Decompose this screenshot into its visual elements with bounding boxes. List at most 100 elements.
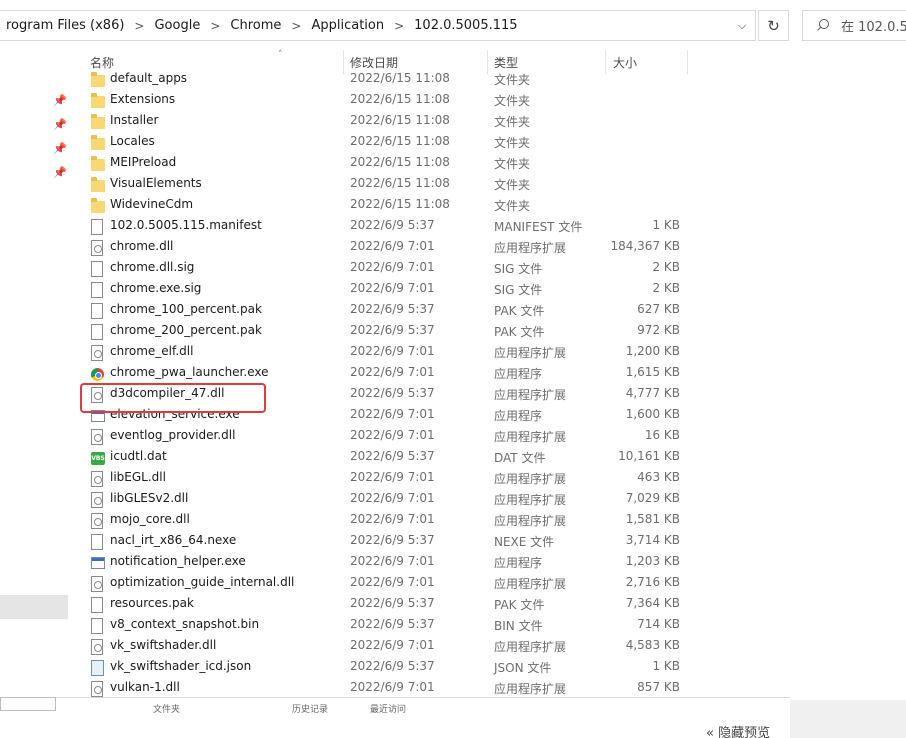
- pin-icon[interactable]: 📌: [53, 94, 67, 108]
- breadcrumb-item[interactable]: Google: [148, 18, 206, 33]
- file-date: 2022/6/9 7:01: [350, 281, 435, 295]
- breadcrumb-separator[interactable]: >: [206, 19, 224, 33]
- refresh-icon[interactable]: ↻: [758, 10, 789, 41]
- file-row[interactable]: WidevineCdm 2022/6/15 11:08 文件夹: [78, 195, 906, 216]
- nav-selected-item[interactable]: [0, 595, 68, 619]
- pin-icon[interactable]: 📌: [53, 166, 67, 180]
- dll-icon: [91, 576, 103, 592]
- file-icon: [91, 324, 103, 340]
- file-type: JSON 文件: [494, 661, 552, 675]
- breadcrumb-separator[interactable]: >: [390, 19, 408, 33]
- file-size: 7,029 KB: [625, 491, 680, 505]
- breadcrumb-item[interactable]: rogram Files (x86): [0, 18, 130, 33]
- file-row[interactable]: chrome.dll 2022/6/9 7:01 应用程序扩展 184,367 KB: [78, 237, 906, 258]
- pane-divider[interactable]: [68, 50, 78, 702]
- file-date: 2022/6/9 5:37: [350, 386, 435, 400]
- chevron-down-icon[interactable]: ⌵: [728, 10, 756, 41]
- file-name: v8_context_snapshot.bin: [110, 617, 260, 631]
- file-type: 应用程序扩展: [494, 640, 567, 654]
- file-type: 应用程序扩展: [494, 472, 567, 486]
- file-row[interactable]: Extensions 2022/6/15 11:08 文件夹: [78, 90, 906, 111]
- file-size: 2 KB: [652, 281, 680, 295]
- file-type: 应用程序扩展: [494, 577, 567, 591]
- file-row[interactable]: vk_swiftshader_icd.json 2022/6/9 5:37 JSON…: [78, 657, 906, 678]
- file-date: 2022/6/9 7:01: [350, 407, 435, 421]
- file-size: 2,716 KB: [625, 575, 680, 589]
- pin-icon[interactable]: 📌: [53, 142, 67, 156]
- search-input[interactable]: 在 102.0.50: [802, 10, 906, 41]
- dll-icon: [91, 639, 103, 655]
- file-name: resources.pak: [110, 596, 194, 610]
- file-name: notification_helper.exe: [110, 554, 246, 568]
- file-row[interactable]: MEIPreload 2022/6/15 11:08 文件夹: [78, 153, 906, 174]
- file-name: vk_swiftshader_icd.json: [110, 659, 252, 673]
- file-row[interactable]: mojo_core.dll 2022/6/9 7:01 应用程序扩展 1,581 KB: [78, 510, 906, 531]
- file-row[interactable]: VisualElements 2022/6/15 11:08 文件夹: [78, 174, 906, 195]
- file-icon: [91, 597, 103, 613]
- file-type: 文件夹: [494, 178, 531, 192]
- file-row[interactable]: chrome.dll.sig 2022/6/9 7:01 SIG 文件 2 KB: [78, 258, 906, 279]
- file-name: icudtl.dat: [110, 449, 167, 463]
- breadcrumb-item[interactable]: 102.0.5005.115: [408, 18, 523, 33]
- file-row[interactable]: notification_helper.exe 2022/6/9 7:01 应用程序…: [78, 552, 906, 573]
- file-row[interactable]: chrome_pwa_launcher.exe 2022/6/9 7:01 应用程序…: [78, 363, 906, 384]
- address-toolbar: rogram Files (x86) > Google > Chrome > Applica…: [0, 0, 906, 50]
- file-date: 2022/6/15 11:08: [350, 134, 450, 148]
- folder-icon: [91, 135, 105, 150]
- breadcrumb-separator[interactable]: >: [287, 19, 305, 33]
- file-name: chrome_elf.dll: [110, 344, 194, 358]
- file-size: 16 KB: [644, 428, 680, 442]
- file-name: optimization_guide_internal.dll: [110, 575, 295, 589]
- file-type: 应用程序扩展: [494, 514, 567, 528]
- file-row[interactable]: v8_context_snapshot.bin 2022/6/9 5:37 BIN …: [78, 615, 906, 636]
- pin-icon[interactable]: 📌: [53, 118, 67, 132]
- file-date: 2022/6/15 11:08: [350, 155, 450, 169]
- exe-icon: [91, 557, 105, 569]
- file-row[interactable]: optimization_guide_internal.dll 2022/6/9 …: [78, 573, 906, 594]
- dll-icon: [91, 240, 103, 256]
- file-row[interactable]: nacl_irt_x86_64.nexe 2022/6/9 5:37 NEXE 文件…: [78, 531, 906, 552]
- file-size: 1,200 KB: [625, 344, 680, 358]
- status-bar: [0, 715, 790, 738]
- file-type: 应用程序扩展: [494, 430, 567, 444]
- file-row[interactable]: vk_swiftshader.dll 2022/6/9 7:01 应用程序扩展 4,5…: [78, 636, 906, 657]
- file-row[interactable]: eventlog_provider.dll 2022/6/9 7:01 应用程序扩展…: [78, 426, 906, 447]
- file-row[interactable]: chrome_200_percent.pak 2022/6/9 5:37 PAK 文…: [78, 321, 906, 342]
- file-row[interactable]: libEGL.dll 2022/6/9 7:01 应用程序扩展 463 KB: [78, 468, 906, 489]
- file-icon: [91, 219, 103, 235]
- file-row[interactable]: chrome_elf.dll 2022/6/9 7:01 应用程序扩展 1,200 K…: [78, 342, 906, 363]
- file-size: 1 KB: [652, 659, 680, 673]
- hide-preview-button[interactable]: « 隐藏预览: [706, 722, 770, 738]
- file-name: VisualElements: [110, 176, 202, 190]
- file-date: 2022/6/9 5:37: [350, 596, 435, 610]
- folder-icon: [91, 93, 105, 108]
- file-type: PAK 文件: [494, 598, 545, 612]
- file-row[interactable]: 102.0.5005.115.manifest 2022/6/9 5:37 MANI…: [78, 216, 906, 237]
- file-row[interactable]: libGLESv2.dll 2022/6/9 7:01 应用程序扩展 7,029 KB: [78, 489, 906, 510]
- file-row[interactable]: Locales 2022/6/15 11:08 文件夹: [78, 132, 906, 153]
- file-date: 2022/6/9 5:37: [350, 659, 435, 673]
- file-type: SIG 文件: [494, 262, 543, 276]
- address-bar[interactable]: rogram Files (x86) > Google > Chrome > Applica…: [0, 10, 756, 41]
- file-date: 2022/6/15 11:08: [350, 197, 450, 211]
- dll-icon: [91, 492, 103, 508]
- file-row[interactable]: Installer 2022/6/15 11:08 文件夹: [78, 111, 906, 132]
- file-row[interactable]: VBS icudtl.dat 2022/6/9 5:37 DAT 文件 10,161 K…: [78, 447, 906, 468]
- background-window-strip: 文件夹 历史记录 最近访问: [0, 697, 790, 715]
- breadcrumb-separator[interactable]: >: [130, 19, 148, 33]
- file-size: 857 KB: [637, 680, 680, 694]
- dll-icon: [91, 345, 103, 361]
- file-type: BIN 文件: [494, 619, 543, 633]
- highlight-annotation: [80, 383, 266, 413]
- file-type: PAK 文件: [494, 325, 545, 339]
- breadcrumb-item[interactable]: Chrome: [224, 18, 287, 33]
- file-row[interactable]: chrome_100_percent.pak 2022/6/9 5:37 PAK 文…: [78, 300, 906, 321]
- file-row[interactable]: vulkan-1.dll 2022/6/9 7:01 应用程序扩展 857 KB: [78, 678, 906, 699]
- file-row[interactable]: resources.pak 2022/6/9 5:37 PAK 文件 7,364 KB: [78, 594, 906, 615]
- file-row[interactable]: default_apps 2022/6/15 11:08 文件夹: [78, 69, 906, 90]
- breadcrumb-item[interactable]: Application: [305, 18, 390, 33]
- file-row[interactable]: chrome.exe.sig 2022/6/9 7:01 SIG 文件 2 KB: [78, 279, 906, 300]
- file-icon: [91, 618, 103, 634]
- file-date: 2022/6/9 7:01: [350, 512, 435, 526]
- file-date: 2022/6/9 5:37: [350, 449, 435, 463]
